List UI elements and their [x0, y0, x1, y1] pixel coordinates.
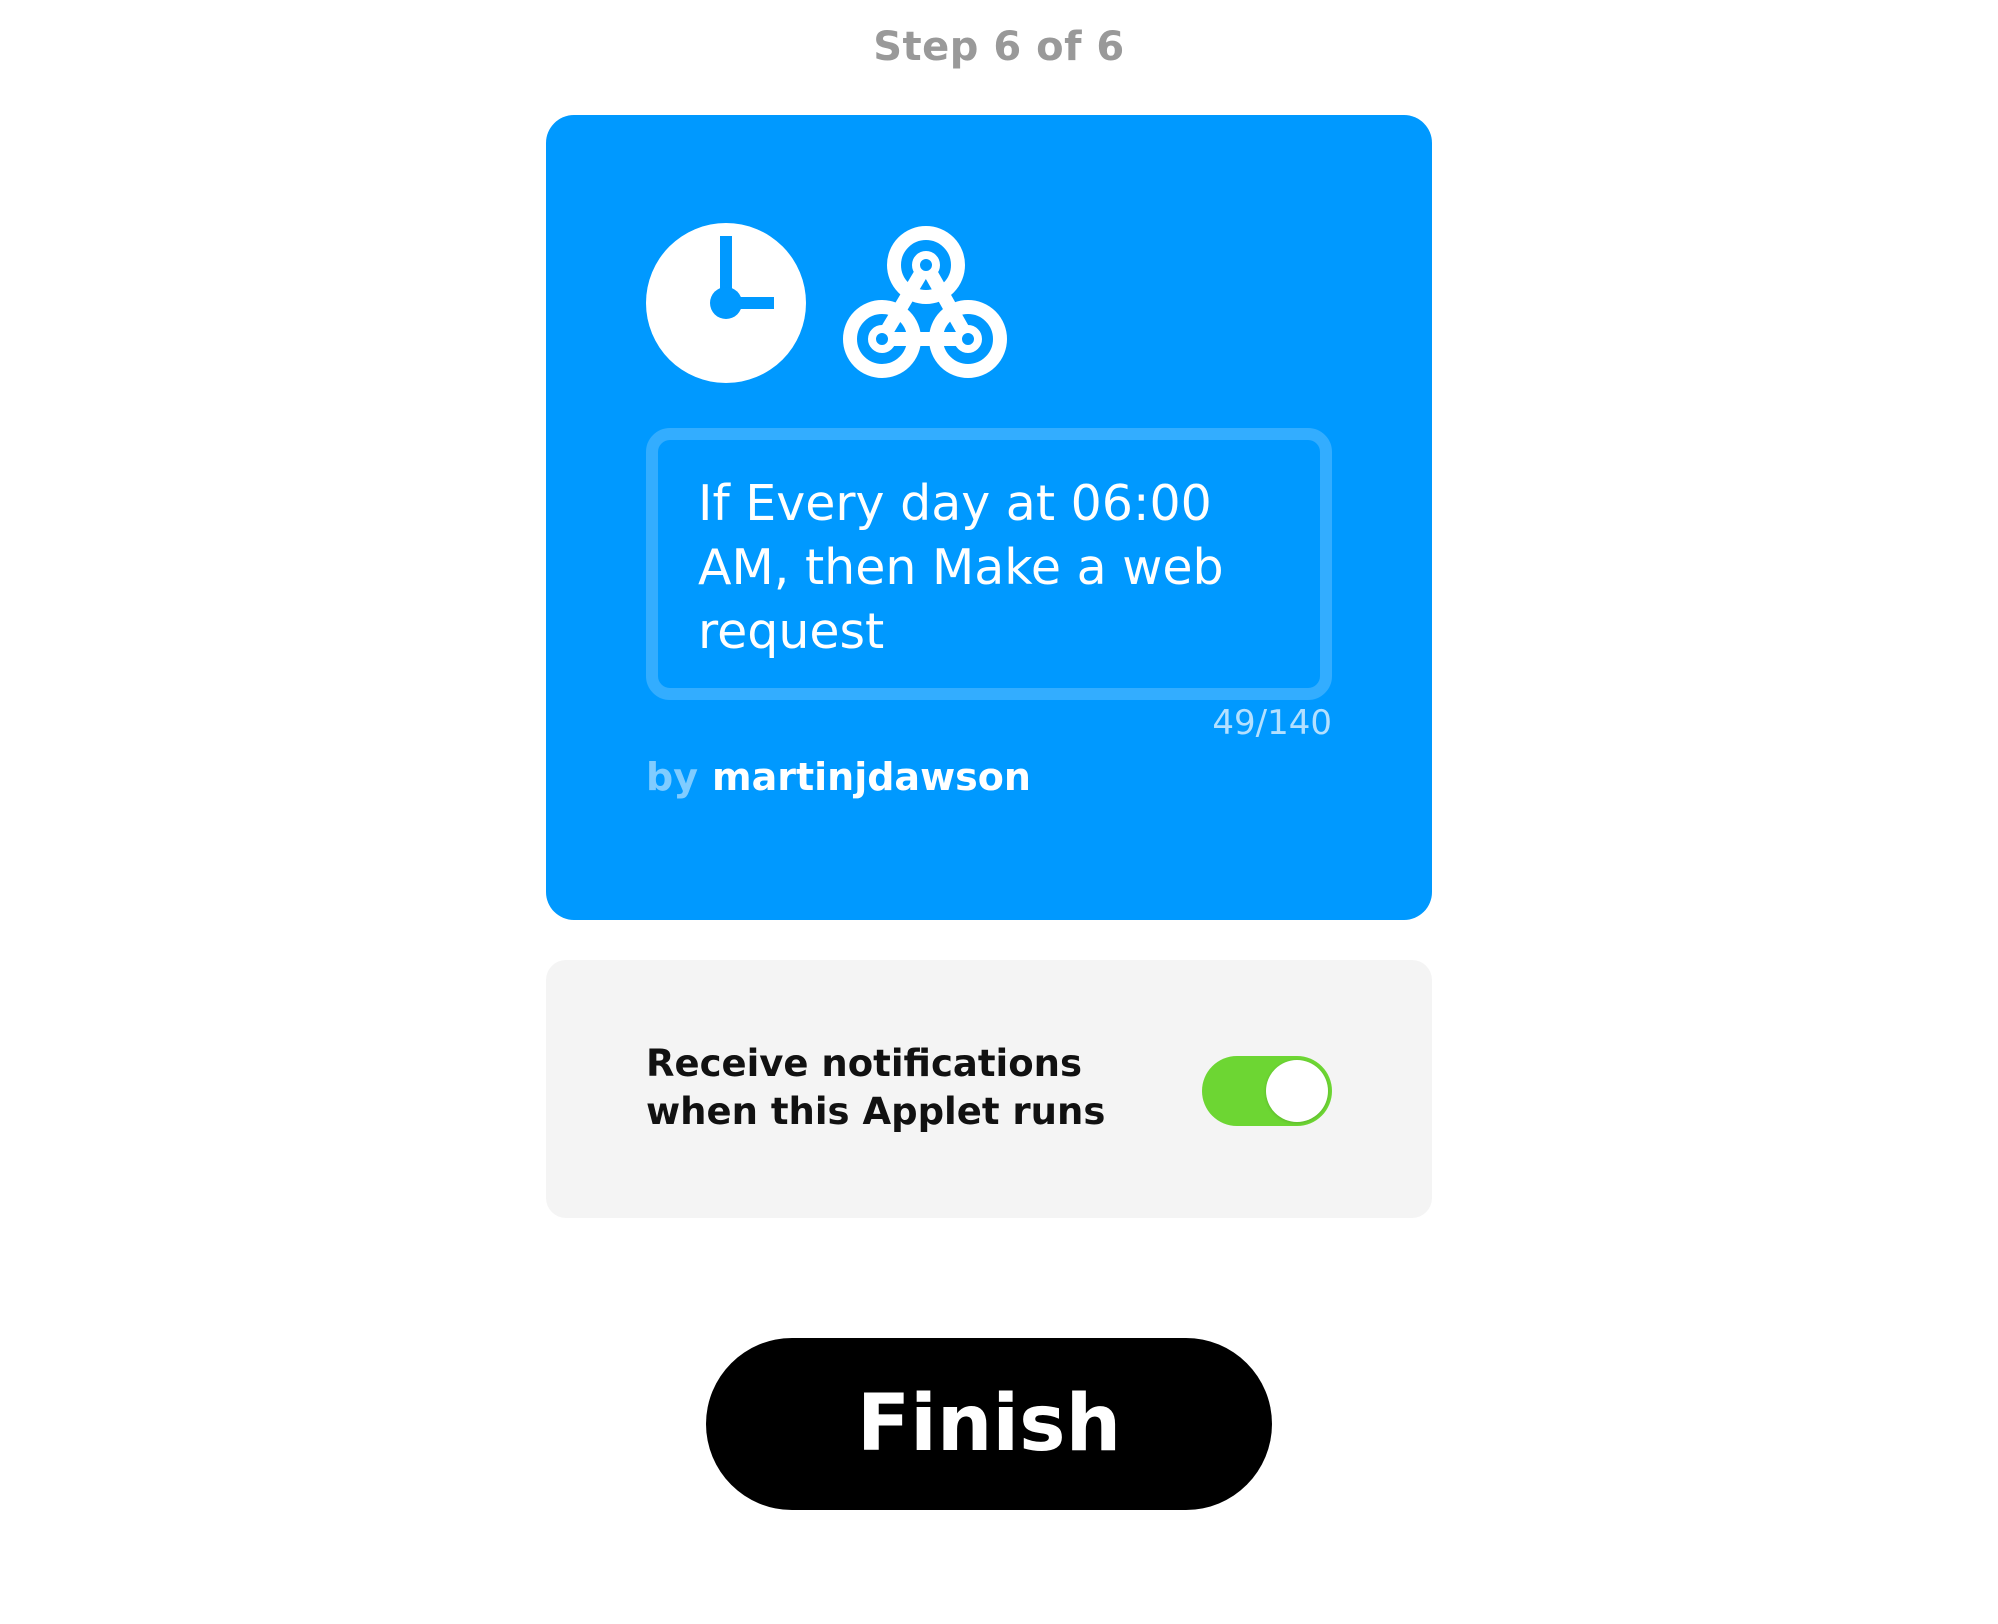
toggle-knob	[1266, 1060, 1328, 1122]
notifications-label: Receive notifications when this Applet r…	[646, 1042, 1106, 1133]
title-char-counter: 49/140	[1212, 703, 1332, 743]
applet-title-text: If Every day at 06:00 AM, then Make a we…	[698, 475, 1224, 660]
author-name: martinjdawson	[711, 755, 1031, 799]
step-indicator: Step 6 of 6	[873, 24, 1125, 70]
applet-title-field[interactable]: If Every day at 06:00 AM, then Make a we…	[646, 428, 1332, 700]
author-prefix: by	[646, 755, 698, 799]
webhooks-icon	[842, 223, 1008, 383]
notifications-panel: Receive notifications when this Applet r…	[546, 960, 1432, 1218]
clock-icon	[646, 222, 806, 383]
notifications-toggle[interactable]	[1202, 1056, 1332, 1126]
applet-card: If Every day at 06:00 AM, then Make a we…	[546, 115, 1432, 920]
finish-button[interactable]: Finish	[706, 1338, 1272, 1510]
author-line: by martinjdawson	[646, 755, 1031, 799]
service-icons	[646, 215, 1008, 390]
